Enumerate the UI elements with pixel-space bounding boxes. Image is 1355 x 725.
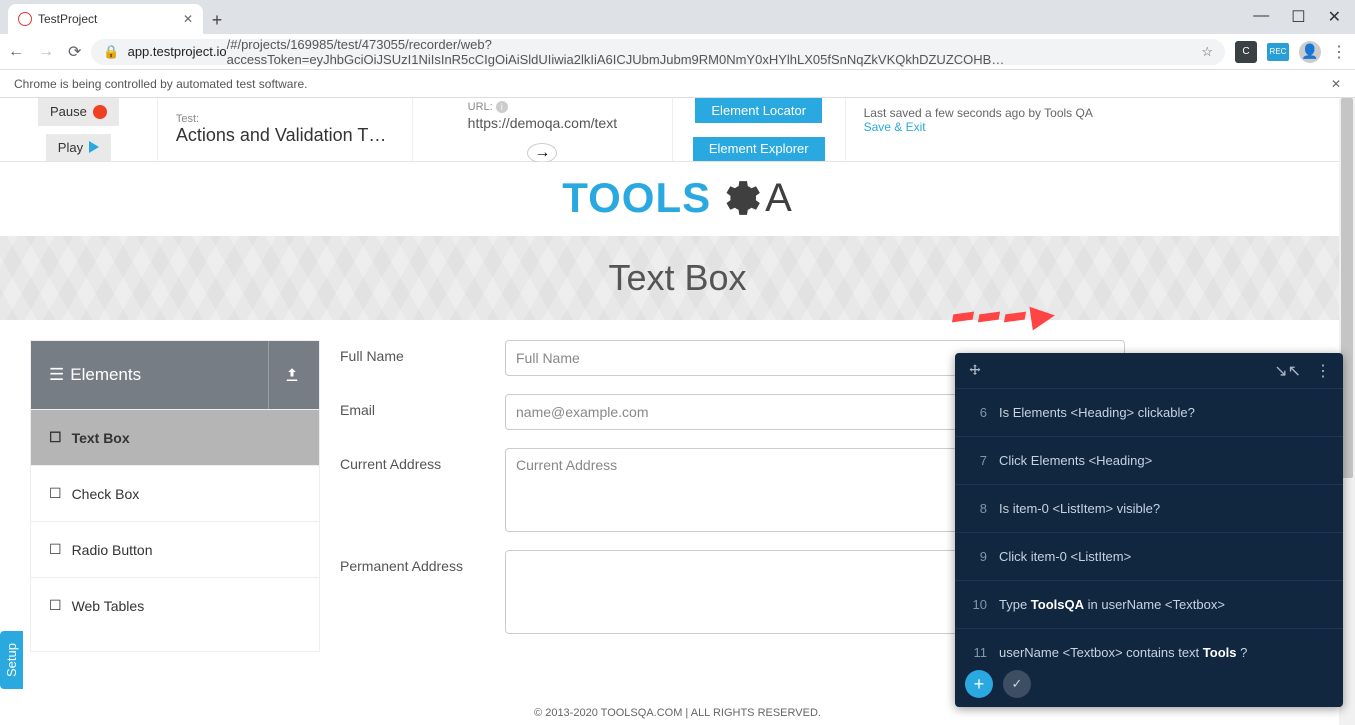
sidebar-item[interactable]: ☐ Check Box bbox=[31, 465, 319, 521]
lock-icon: 🔒 bbox=[103, 44, 119, 60]
menu-icon: ☰ bbox=[49, 365, 64, 385]
recorder-toolbar: Pause Play Test: Actions and Validation … bbox=[0, 98, 1355, 162]
permanent-address-label: Permanent Address bbox=[340, 550, 505, 574]
setup-tab[interactable]: Setup bbox=[0, 631, 23, 689]
maximize-icon[interactable]: ☐ bbox=[1291, 7, 1305, 27]
pause-label: Pause bbox=[50, 104, 87, 119]
go-arrow-icon[interactable]: → bbox=[527, 143, 557, 163]
reload-icon[interactable]: ⟳ bbox=[68, 42, 81, 62]
step-row[interactable]: 11 userName <Textbox> contains text Tools… bbox=[955, 629, 1343, 661]
step-text: Type ToolsQA in userName <Textbox> bbox=[999, 597, 1225, 612]
sidebar-item[interactable]: ☐ Text Box bbox=[31, 409, 319, 465]
play-triangle-icon bbox=[89, 141, 99, 153]
step-row[interactable]: 9 Click item-0 <ListItem> bbox=[955, 533, 1343, 581]
url-path: /#/projects/169985/test/473055/recorder/… bbox=[227, 37, 1202, 67]
step-number: 7 bbox=[969, 453, 987, 468]
collapse-icon[interactable]: ↘↖ bbox=[1274, 361, 1301, 381]
bookmark-star-icon[interactable]: ☆ bbox=[1201, 44, 1213, 60]
tab-close-icon[interactable]: ✕ bbox=[183, 12, 193, 26]
element-locator-button[interactable]: Element Locator bbox=[695, 98, 822, 123]
sidebar-item[interactable]: ☐ Radio Button bbox=[31, 521, 319, 577]
automation-info-bar: Chrome is being controlled by automated … bbox=[0, 70, 1355, 98]
step-number: 10 bbox=[969, 597, 987, 612]
item-icon: ☐ bbox=[49, 597, 62, 614]
url-host: app.testproject.io bbox=[128, 44, 227, 59]
test-name: Actions and Validation T… bbox=[176, 125, 394, 146]
sidebar-item-label: Check Box bbox=[72, 486, 140, 502]
play-label: Play bbox=[58, 140, 83, 155]
extension-rec-icon[interactable]: REC bbox=[1267, 43, 1289, 61]
step-text: userName <Textbox> contains text Tools ? bbox=[999, 645, 1247, 660]
step-text: Is item-0 <ListItem> visible? bbox=[999, 501, 1160, 516]
window-controls: — ☐ ✕ bbox=[1253, 7, 1355, 27]
browser-tab[interactable]: TestProject ✕ bbox=[8, 4, 203, 34]
favicon-icon bbox=[18, 12, 32, 26]
email-label: Email bbox=[340, 394, 505, 418]
item-icon: ☐ bbox=[49, 429, 62, 446]
add-step-button[interactable]: + bbox=[965, 670, 993, 698]
element-explorer-button[interactable]: Element Explorer bbox=[693, 137, 825, 162]
sidebar: ☰ Elements ☐ Text Box ☐ Check Box ☐ Radio But… bbox=[30, 340, 320, 652]
profile-icon[interactable]: 👤 bbox=[1299, 41, 1321, 63]
sidebar-item[interactable]: ☐ Web Tables bbox=[31, 577, 319, 633]
info-icon[interactable]: i bbox=[496, 101, 508, 113]
step-number: 9 bbox=[969, 549, 987, 564]
step-text: Click item-0 <ListItem> bbox=[999, 549, 1131, 564]
step-number: 6 bbox=[969, 405, 987, 420]
url-label: URL: i bbox=[468, 101, 508, 113]
save-exit-link[interactable]: Save & Exit bbox=[864, 120, 926, 134]
record-dot-icon bbox=[93, 105, 107, 119]
sidebar-item-label: Web Tables bbox=[72, 598, 145, 614]
step-text: Click Elements <Heading> bbox=[999, 453, 1152, 468]
address-bar: ← → ⟳ 🔒 app.testproject.io /#/projects/1… bbox=[0, 34, 1355, 70]
validate-step-button[interactable]: ✓ bbox=[1003, 670, 1031, 698]
move-handle-icon[interactable] bbox=[967, 363, 983, 379]
forward-icon[interactable]: → bbox=[38, 43, 54, 61]
page-footer: © 2013-2020 TOOLSQA.COM | ALL RIGHTS RES… bbox=[0, 707, 1355, 719]
step-number: 8 bbox=[969, 501, 987, 516]
panel-menu-icon[interactable]: ⋮ bbox=[1315, 361, 1331, 381]
step-number: 11 bbox=[969, 645, 987, 660]
url-value: https://demoqa.com/text bbox=[468, 115, 617, 131]
tab-title: TestProject bbox=[38, 12, 97, 26]
close-window-icon[interactable]: ✕ bbox=[1328, 7, 1341, 27]
toolsqa-logo: TOOLS A bbox=[562, 174, 793, 222]
infobar-close-icon[interactable]: ✕ bbox=[1331, 77, 1341, 91]
step-row[interactable]: 10 Type ToolsQA in userName <Textbox> bbox=[955, 581, 1343, 629]
minimize-icon[interactable]: — bbox=[1253, 7, 1269, 27]
back-icon[interactable]: ← bbox=[8, 43, 24, 61]
upload-icon[interactable] bbox=[268, 341, 301, 409]
sidebar-title: Elements bbox=[70, 365, 141, 385]
last-saved-text: Last saved a few seconds ago by Tools QA bbox=[864, 106, 1337, 120]
steps-panel: ↘↖ ⋮ 6Is Elements <Heading> clickable?7C… bbox=[955, 353, 1343, 707]
automation-message: Chrome is being controlled by automated … bbox=[14, 77, 307, 91]
current-address-label: Current Address bbox=[340, 448, 505, 472]
test-label: Test: bbox=[176, 113, 394, 125]
extension-c-icon[interactable]: C bbox=[1235, 41, 1257, 63]
play-button[interactable]: Play bbox=[46, 134, 111, 162]
url-field[interactable]: 🔒 app.testproject.io /#/projects/169985/… bbox=[91, 39, 1225, 65]
sidebar-item-label: Radio Button bbox=[72, 542, 153, 558]
sidebar-header[interactable]: ☰ Elements bbox=[31, 341, 319, 409]
item-icon: ☐ bbox=[49, 541, 62, 558]
step-row[interactable]: 8 Is item-0 <ListItem> visible? bbox=[955, 485, 1343, 533]
kebab-menu-icon[interactable]: ⋮ bbox=[1331, 42, 1347, 62]
sidebar-item-label: Text Box bbox=[72, 430, 130, 446]
fullname-label: Full Name bbox=[340, 340, 505, 364]
step-text: Is Elements <Heading> clickable? bbox=[999, 405, 1195, 420]
pause-button[interactable]: Pause bbox=[38, 98, 119, 126]
new-tab-button[interactable]: + bbox=[203, 6, 231, 34]
annotation-arrow bbox=[953, 305, 1055, 329]
gear-icon bbox=[715, 175, 761, 221]
step-row[interactable]: 7 Click Elements <Heading> bbox=[955, 437, 1343, 485]
page-banner: Text Box bbox=[0, 236, 1355, 320]
browser-tab-strip: TestProject ✕ + — ☐ ✕ bbox=[0, 0, 1355, 34]
item-icon: ☐ bbox=[49, 485, 62, 502]
step-row[interactable]: 6 Is Elements <Heading> clickable? bbox=[955, 389, 1343, 437]
